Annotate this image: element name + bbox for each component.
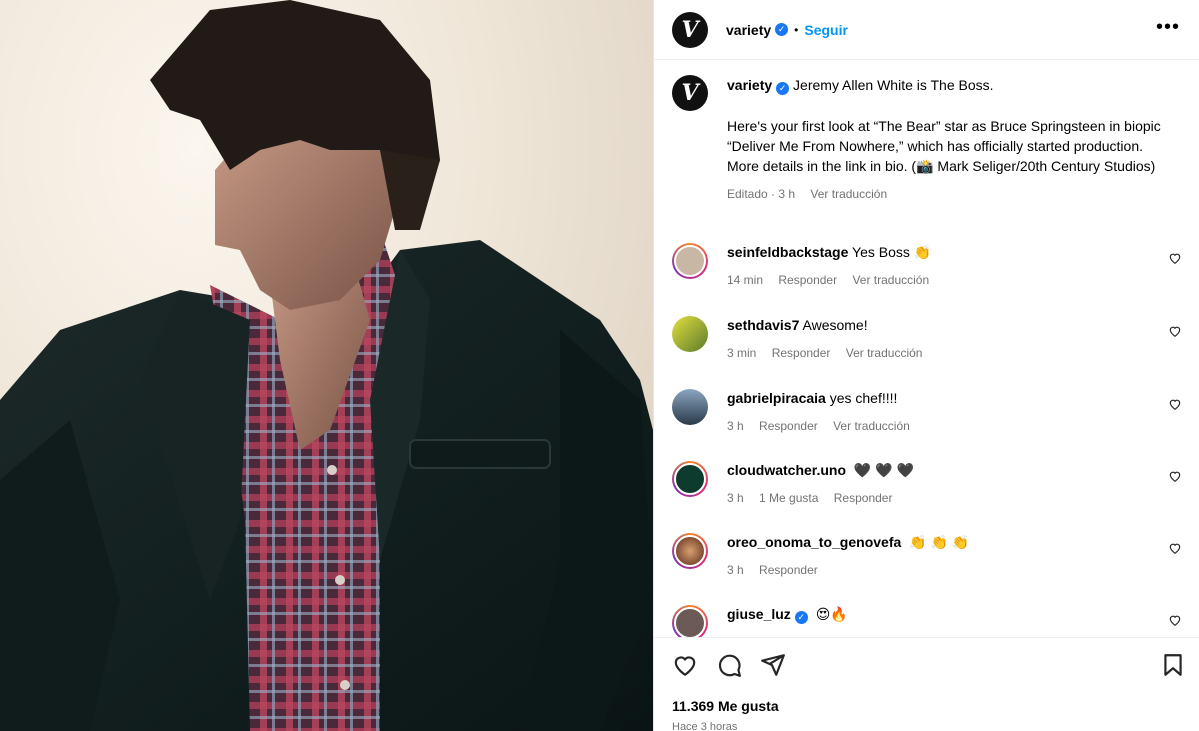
caption-first-line: variety ✓ Jeremy Allen White is The Boss. — [727, 75, 1167, 95]
like-comment-heart-icon[interactable] — [1168, 469, 1182, 483]
caption-time: 3 h — [778, 187, 796, 201]
commenter-username[interactable]: oreo_onoma_to_genovefa — [727, 534, 901, 550]
edited-label: Editado — [727, 187, 768, 201]
comment-time: 3 h — [727, 563, 744, 577]
comment-text: Yes Boss — [852, 244, 910, 260]
see-translation-link[interactable]: Ver traducción — [833, 419, 910, 433]
comment-emoji: 👏 👏 👏 — [909, 534, 970, 550]
commenter-avatar[interactable] — [672, 461, 708, 497]
comment-time: 3 h — [727, 491, 744, 505]
follow-button[interactable]: Seguir — [804, 22, 848, 38]
commenter-username[interactable]: giuse_luz — [727, 606, 791, 622]
comment-icon[interactable] — [716, 652, 742, 678]
comments-scroll-area[interactable]: V variety ✓ Jeremy Allen White is The Bos… — [654, 61, 1199, 637]
comment-time: 14 min — [727, 273, 764, 287]
comment-item: cloudwatcher.uno 🖤 🖤 🖤 3 h 1 Me gusta Re… — [672, 461, 1182, 507]
separator-dot: • — [794, 22, 799, 37]
comment-item: sethdavis7 Awesome! 3 min Responder Ver … — [672, 316, 1182, 362]
commenter-avatar[interactable] — [672, 389, 708, 425]
reply-button[interactable]: Responder — [759, 419, 818, 433]
caption-meta: Editado · 3 h Ver traducción — [727, 187, 888, 201]
post-details-panel: V variety ✓ • Seguir ••• V variety ✓ Jere… — [653, 0, 1199, 731]
post-header: V variety ✓ • Seguir ••• — [654, 0, 1199, 60]
verified-badge-icon: ✓ — [775, 23, 789, 36]
comment-text: Awesome! — [802, 317, 868, 333]
comment-emoji: 🖤 🖤 🖤 — [853, 462, 914, 478]
reply-button[interactable]: Responder — [759, 563, 818, 577]
like-comment-heart-icon[interactable] — [1168, 251, 1182, 265]
commenter-username[interactable]: cloudwatcher.uno — [727, 462, 846, 478]
commenter-username[interactable]: sethdavis7 — [727, 317, 799, 333]
see-translation-link[interactable]: Ver traducción — [810, 187, 887, 201]
reply-button[interactable]: Responder — [834, 491, 893, 505]
more-options-icon[interactable]: ••• — [1156, 16, 1180, 39]
like-comment-heart-icon[interactable] — [1168, 324, 1182, 338]
comment-item: giuse_luz ✓ 😍🔥 — [672, 605, 1182, 637]
post-photo[interactable] — [0, 0, 653, 731]
commenter-avatar[interactable] — [672, 605, 708, 637]
commenter-username[interactable]: seinfeldbackstage — [727, 244, 848, 260]
bookmark-icon[interactable] — [1160, 652, 1186, 678]
author-username[interactable]: variety — [726, 22, 771, 38]
verified-badge-icon: ✓ — [776, 81, 790, 95]
caption-text-line2: Here's your first look at “The Bear” sta… — [727, 118, 1161, 174]
post-caption: V variety ✓ Jeremy Allen White is The Bos… — [672, 75, 1182, 204]
post-actions-bar: 11.369 Me gusta Hace 3 horas — [654, 637, 1199, 731]
like-comment-heart-icon[interactable] — [1168, 397, 1182, 411]
reply-button[interactable]: Responder — [778, 273, 837, 287]
comment-item: seinfeldbackstage Yes Boss 👏 14 min Respo… — [672, 243, 1182, 289]
like-comment-heart-icon[interactable] — [1168, 541, 1182, 555]
like-comment-heart-icon[interactable] — [1168, 613, 1182, 627]
commenter-avatar[interactable] — [672, 316, 708, 352]
commenter-avatar[interactable] — [672, 533, 708, 569]
comment-item: gabrielpiracaia yes chef!!!! 3 h Respond… — [672, 389, 1182, 435]
portrait-illustration — [0, 0, 653, 731]
comment-emoji: 😍🔥 — [815, 606, 848, 622]
caption-username[interactable]: variety — [727, 77, 772, 93]
commenter-avatar[interactable] — [672, 243, 708, 279]
caption-avatar[interactable]: V — [672, 75, 708, 111]
verified-badge-icon: ✓ — [794, 610, 808, 624]
post-time-ago: Hace 3 horas — [672, 721, 738, 731]
reply-button[interactable]: Responder — [772, 346, 831, 360]
comment-emoji: 👏 — [913, 244, 932, 260]
author-avatar[interactable]: V — [672, 11, 708, 48]
comment-time: 3 min — [727, 346, 757, 360]
commenter-username[interactable]: gabrielpiracaia — [727, 390, 826, 406]
heart-icon[interactable] — [672, 652, 698, 678]
comment-likes-count[interactable]: 1 Me gusta — [759, 491, 818, 505]
see-translation-link[interactable]: Ver traducción — [852, 273, 929, 287]
comment-item: oreo_onoma_to_genovefa 👏 👏 👏 3 h Respond… — [672, 533, 1182, 579]
comment-time: 3 h — [727, 419, 744, 433]
likes-count[interactable]: 11.369 Me gusta — [672, 698, 779, 714]
send-icon[interactable] — [760, 652, 786, 678]
caption-text-line1: Jeremy Allen White is The Boss. — [793, 77, 994, 93]
see-translation-link[interactable]: Ver traducción — [846, 346, 923, 360]
comment-text: yes chef!!!! — [829, 390, 898, 406]
